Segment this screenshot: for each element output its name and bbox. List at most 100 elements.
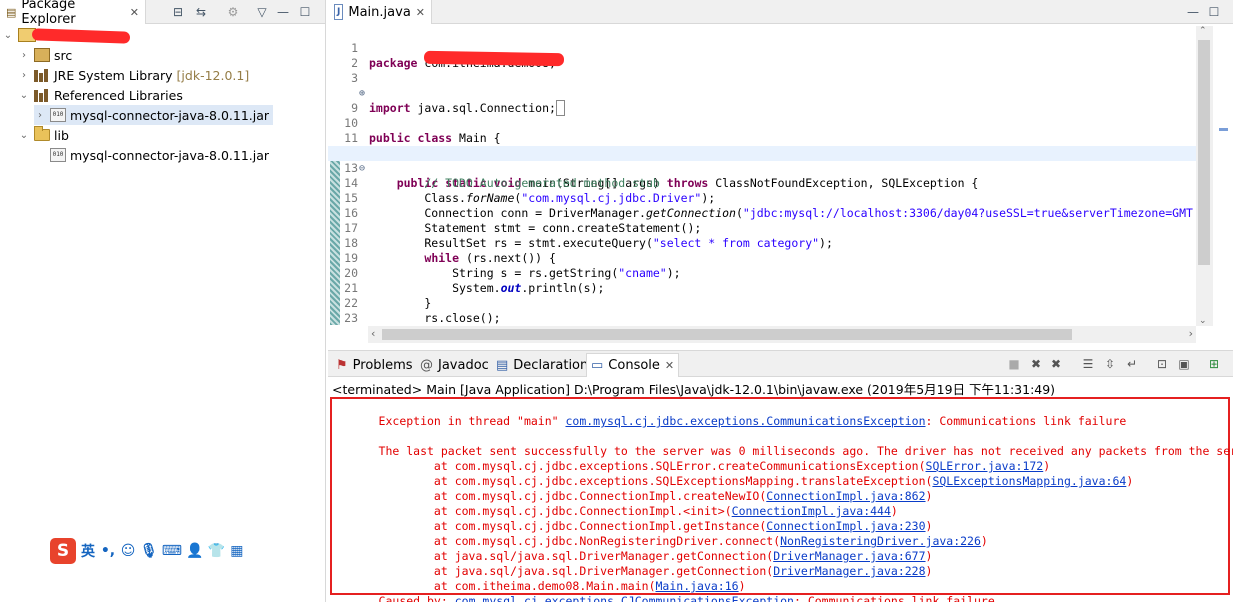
code-line[interactable]: 10 public class Main { — [328, 101, 1196, 145]
code-line[interactable]: 20 System.out.println(s); — [328, 251, 1196, 295]
console-output-line[interactable]: at com.mysql.cj.jdbc.ConnectionImpl.getI… — [337, 504, 933, 533]
code-line[interactable]: 17 ResultSet rs = stmt.executeQuery("sel… — [328, 206, 1196, 250]
chevron-right-icon[interactable]: › — [18, 50, 30, 61]
pin-console-icon[interactable]: ⊡ — [1154, 356, 1170, 372]
console-output-line[interactable]: at com.mysql.cj.jdbc.ConnectionImpl.<ini… — [337, 489, 898, 518]
code-line-current[interactable]: 13 // TODO Auto-generated method stub — [328, 146, 1196, 190]
ime-punctuation-toggle[interactable]: •, — [100, 543, 116, 559]
tree-item-lib[interactable]: ⌄ lib — [18, 125, 69, 145]
stacktrace-link[interactable]: SQLExceptionsMapping.java:64 — [932, 474, 1126, 488]
stacktrace-link[interactable]: com.mysql.cj.jdbc.exceptions.Communicati… — [565, 414, 925, 428]
tree-project[interactable]: ⌄ — [2, 25, 36, 45]
code-line[interactable]: 14 Class.forName("com.mysql.cj.jdbc.Driv… — [328, 161, 1196, 205]
chevron-down-icon[interactable]: ⌄ — [18, 130, 30, 141]
clear-console-icon[interactable]: ☰ — [1080, 356, 1096, 372]
terminate-icon[interactable]: ■ — [1006, 356, 1022, 372]
stacktrace-link[interactable]: DriverManager.java:228 — [773, 564, 925, 578]
overview-marker[interactable] — [1219, 128, 1228, 131]
jar-icon: 010 — [50, 148, 66, 162]
console-output-line[interactable]: Caused by: com.mysql.cj.exceptions.CJCom… — [337, 579, 995, 602]
display-console-icon[interactable]: ▣ — [1176, 356, 1192, 372]
code-line[interactable]: 23 stmt.close(); — [328, 296, 1196, 327]
close-icon[interactable]: ✕ — [416, 6, 425, 19]
code-line[interactable]: 11 — [328, 116, 1196, 145]
console-output-line[interactable]: at com.mysql.cj.jdbc.exceptions.SQLExcep… — [337, 459, 1133, 488]
chevron-right-icon[interactable]: › — [34, 110, 46, 121]
code-line[interactable]: 24 conn.close(); — [328, 311, 1196, 327]
stacktrace-link[interactable]: com.mysql.cj.exceptions.CJCommunications… — [455, 594, 794, 602]
scroll-left-icon[interactable]: ‹ — [371, 327, 375, 340]
tab-main-java[interactable]: J Main.java ✕ — [328, 0, 432, 24]
console-output-line[interactable]: at java.sql/java.sql.DriverManager.getCo… — [337, 534, 933, 563]
grid-menu-icon[interactable]: ▦ — [229, 543, 245, 559]
console-output-line[interactable]: at com.itheima.demo08.Main.main(Main.jav… — [337, 564, 746, 593]
ime-toolbar[interactable]: S 英 •, ☺ 🎙 ⌨ 👤 👕 ▦ — [50, 537, 245, 564]
folder-icon — [34, 126, 50, 141]
scroll-up-icon[interactable]: ⌃ — [1199, 26, 1207, 36]
chevron-down-icon[interactable]: ⌄ — [2, 30, 14, 41]
minimize-icon[interactable]: — — [275, 4, 291, 20]
tree-item-suffix: [jdk-12.0.1] — [176, 67, 250, 83]
code-line[interactable]: 3 ⊕ import java.sql.Connection; — [328, 56, 1196, 116]
chevron-down-icon[interactable]: ⌄ — [18, 90, 30, 101]
maximize-icon[interactable]: ☐ — [297, 4, 313, 20]
tab-label: Declaration — [513, 357, 589, 373]
tab-package-explorer[interactable]: ▤ Package Explorer ✕ — [0, 0, 146, 27]
editor-vertical-scrollbar[interactable]: ⌃ ⌄ — [1196, 26, 1213, 326]
console-output-line[interactable]: The last packet sent successfully to the… — [337, 429, 1233, 458]
tree-item-mysql-jar-lib[interactable]: 010 mysql-connector-java-8.0.11.jar — [50, 145, 269, 165]
code-line[interactable]: 19 String s = rs.getString("cname"); — [328, 236, 1196, 280]
close-icon[interactable]: ✕ — [665, 359, 674, 372]
remove-all-launches-icon[interactable]: ✖ — [1048, 356, 1064, 372]
editor-horizontal-scrollbar[interactable]: ‹ › — [368, 326, 1196, 343]
tab-declaration[interactable]: ▤ Declaration — [492, 353, 592, 377]
tab-console[interactable]: ▭ Console ✕ — [586, 353, 680, 377]
tab-problems[interactable]: ⚑ Problems — [332, 353, 417, 377]
filter-icon[interactable]: ⚙ — [225, 4, 241, 20]
scrollbar-thumb[interactable] — [1198, 40, 1210, 265]
tree-item-mysql-jar-ref[interactable]: › 010 mysql-connector-java-8.0.11.jar — [34, 105, 274, 125]
scroll-right-icon[interactable]: › — [1189, 327, 1193, 340]
console-output-line[interactable]: at java.sql/java.sql.DriverManager.getCo… — [337, 549, 933, 578]
remove-launch-icon[interactable]: ✖ — [1028, 356, 1044, 372]
console-output-line[interactable]: at com.mysql.cj.jdbc.ConnectionImpl.crea… — [337, 474, 933, 503]
user-icon[interactable]: 👤 — [186, 543, 203, 559]
code-editor[interactable]: 1 package com.itheima.demo08; 2 3 ⊕ impo… — [328, 24, 1196, 327]
skin-icon[interactable]: 👕 — [207, 543, 224, 559]
console-output-line[interactable]: Exception in thread "main" com.mysql.cj.… — [337, 399, 1127, 428]
tree-item-label: Referenced Libraries — [54, 87, 183, 103]
scroll-down-icon[interactable]: ⌄ — [1199, 316, 1207, 326]
code-line[interactable]: 22 rs.close(); — [328, 281, 1196, 325]
open-console-icon[interactable]: ⊞ — [1206, 356, 1222, 372]
code-line[interactable]: 21 } — [328, 266, 1196, 310]
microphone-icon[interactable]: 🎙 — [140, 543, 158, 559]
view-menu-icon[interactable]: ▽ — [254, 4, 270, 20]
emoji-icon[interactable]: ☺ — [120, 543, 136, 559]
console-output-line[interactable]: at com.mysql.cj.jdbc.NonRegisteringDrive… — [337, 519, 988, 548]
code-line[interactable]: 9 — [328, 86, 1196, 115]
console-view: ⚑ Problems @ Javadoc ▤ Declaration ▭ Con… — [328, 350, 1233, 602]
ime-language-toggle[interactable]: 英 — [80, 541, 96, 561]
console-output-line[interactable]: at com.mysql.cj.jdbc.exceptions.SQLError… — [337, 444, 1050, 473]
keyboard-icon[interactable]: ⌨ — [162, 543, 182, 559]
collapse-all-icon[interactable]: ⊟ — [170, 4, 186, 20]
chevron-right-icon[interactable]: › — [18, 70, 30, 81]
close-icon[interactable]: ✕ — [130, 6, 139, 19]
tree-item-jre[interactable]: › JRE System Library [jdk-12.0.1] — [18, 65, 249, 85]
tree-item-src[interactable]: › src — [18, 45, 72, 65]
code-line[interactable]: 18 while (rs.next()) { — [328, 221, 1196, 265]
tree-item-referenced-libraries[interactable]: ⌄ Referenced Libraries — [18, 85, 183, 105]
code-line[interactable]: 16 Statement stmt = conn.createStatement… — [328, 191, 1196, 235]
tab-javadoc[interactable]: @ Javadoc — [416, 353, 493, 377]
maximize-icon[interactable]: ☐ — [1206, 4, 1222, 20]
scrollbar-thumb[interactable] — [382, 329, 1072, 340]
code-line[interactable]: 2 — [328, 41, 1196, 70]
scroll-lock-icon[interactable]: ⇳ — [1102, 356, 1118, 372]
minimize-icon[interactable]: — — [1185, 4, 1201, 20]
code-line[interactable]: 12 ⊖ public static void main(String[] ar… — [328, 131, 1196, 190]
word-wrap-icon[interactable]: ↵ — [1124, 356, 1140, 372]
code-line[interactable]: 1 package com.itheima.demo08; — [328, 26, 1196, 70]
code-line[interactable]: 15 Connection conn = DriverManager.getCo… — [328, 176, 1196, 220]
link-with-editor-icon[interactable]: ⇆ — [193, 4, 209, 20]
ime-logo[interactable]: S — [50, 537, 76, 564]
